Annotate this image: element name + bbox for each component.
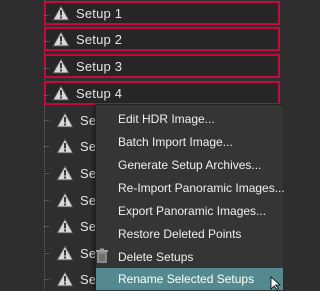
tree-connector	[44, 279, 50, 280]
setup-warning-icon	[56, 270, 74, 288]
setup-warning-icon	[56, 217, 74, 235]
trash-icon	[96, 248, 108, 263]
setup-warning-icon	[56, 191, 74, 209]
setup-warning-icon	[56, 164, 74, 182]
tree-connector	[44, 15, 50, 16]
setup-warning-icon	[56, 137, 74, 155]
setup-tree-item[interactable]: Setup 4	[44, 81, 280, 105]
tree-connector	[44, 173, 50, 174]
context-menu: Edit HDR Image... Batch Import Image... Ge…	[95, 104, 285, 291]
batch-import-image-item[interactable]: Batch Import Image...	[96, 131, 283, 153]
tree-connector	[44, 226, 50, 227]
edit-hdr-image-item[interactable]: Edit HDR Image...	[96, 108, 283, 130]
setup-label: Setup 4	[76, 85, 123, 101]
setup-warning-icon	[52, 57, 70, 75]
tree-connector	[44, 253, 50, 254]
setup-tree-item[interactable]: Setup 2	[44, 27, 280, 51]
mouse-cursor-icon	[270, 276, 282, 290]
tree-connector	[44, 68, 50, 69]
restore-deleted-points-item[interactable]: Restore Deleted Points	[96, 223, 283, 245]
setup-tree-item[interactable]: Setup 3	[44, 54, 280, 78]
setup-label: Setup 3	[76, 58, 123, 74]
setup-label: Setup 2	[76, 31, 123, 47]
setup-warning-icon	[56, 111, 74, 129]
delete-setups-item[interactable]: Delete Setups	[96, 246, 283, 268]
setup-warning-icon	[52, 84, 70, 102]
export-panoramic-images-item[interactable]: Export Panoramic Images...	[96, 200, 283, 222]
rename-selected-setups-item[interactable]: Rename Selected Setups	[96, 268, 283, 290]
setup-tree-item[interactable]: Setup 1	[44, 1, 280, 25]
setup-warning-icon	[52, 4, 70, 22]
reimport-panoramic-images-item[interactable]: Re-Import Panoramic Images...	[96, 177, 285, 199]
tree-connector	[44, 146, 50, 147]
setup-label: Setup 1	[76, 5, 123, 21]
generate-setup-archives-item[interactable]: Generate Setup Archives...	[96, 154, 283, 176]
tree-connector	[44, 41, 50, 42]
tree-connector	[44, 95, 50, 96]
tree-connector	[44, 200, 50, 201]
setup-warning-icon	[56, 244, 74, 262]
setup-warning-icon	[52, 30, 70, 48]
tree-connector	[44, 120, 50, 121]
